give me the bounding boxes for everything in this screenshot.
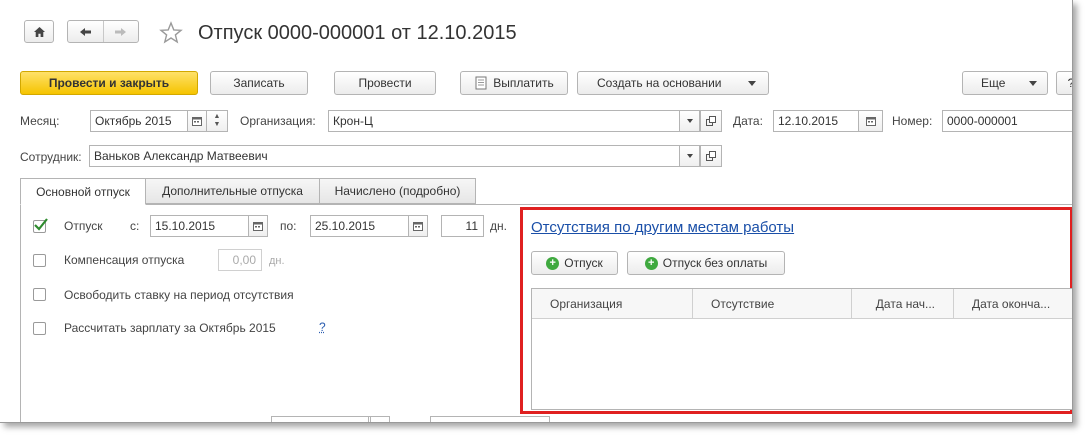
organization-label: Организация: — [240, 114, 316, 128]
column-header-organization[interactable]: Организация — [532, 289, 693, 319]
chevron-down-icon — [1029, 81, 1037, 86]
date-calendar-button[interactable] — [858, 110, 883, 132]
plus-icon: + — [644, 256, 658, 270]
pay-button-label: Выплатить — [493, 76, 554, 90]
checkmark-icon — [34, 218, 48, 231]
employee-open-button[interactable] — [700, 145, 722, 167]
days-unit-label: дн. — [490, 219, 507, 233]
absences-table[interactable]: Организация Отсутствие Дата нач... Дата … — [531, 288, 1072, 410]
tab-accrued-detailed[interactable]: Начислено (подробно) — [319, 178, 476, 204]
post-button[interactable]: Провести — [334, 71, 436, 95]
column-header-absence[interactable]: Отсутствие — [693, 289, 852, 319]
free-rate-label: Освободить ставку на период отсутствия — [64, 288, 294, 302]
compensation-unit-label: дн. — [269, 255, 285, 267]
page-title: Отпуск 0000-000001 от 12.10.2015 — [198, 22, 517, 44]
add-vacation-label: Отпуск — [564, 256, 603, 270]
home-button[interactable] — [24, 20, 54, 43]
star-icon — [159, 21, 183, 44]
bottom-button-partial[interactable] — [368, 416, 390, 422]
vacation-from-field[interactable]: 15.10.2015 — [150, 215, 249, 237]
bottom-field-partial[interactable] — [271, 416, 371, 422]
chevron-down-icon — [748, 81, 756, 86]
employee-label: Сотрудник: — [20, 150, 82, 164]
month-spinner[interactable]: ▲ ▼ — [206, 110, 228, 132]
add-vacation-button[interactable]: + Отпуск — [531, 251, 618, 275]
calendar-button[interactable] — [187, 110, 207, 132]
back-button[interactable] — [68, 21, 104, 42]
to-calendar-button[interactable] — [408, 215, 428, 237]
plus-icon: + — [546, 256, 560, 270]
create-based-on-button[interactable]: Создать на основании — [577, 71, 769, 95]
number-field[interactable]: 0000-000001 — [942, 110, 1072, 132]
calc-salary-label: Рассчитать зарплату за Октябрь 2015 — [64, 321, 276, 335]
free-rate-checkbox[interactable] — [33, 288, 46, 301]
date-field[interactable]: 12.10.2015 — [773, 110, 859, 132]
pay-button[interactable]: Выплатить — [460, 71, 568, 95]
vacation-checkbox[interactable] — [33, 218, 48, 233]
organization-dropdown-button[interactable] — [679, 110, 700, 132]
column-header-end-date[interactable]: Дата оконча... — [954, 289, 1072, 319]
from-calendar-button[interactable] — [248, 215, 268, 237]
vacation-to-field[interactable]: 25.10.2015 — [310, 215, 409, 237]
tab-main-vacation[interactable]: Основной отпуск — [20, 178, 146, 205]
date-label: Дата: — [733, 114, 763, 128]
employee-field[interactable]: Ваньков Александр Матвеевич — [89, 145, 680, 167]
add-unpaid-vacation-button[interactable]: + Отпуск без оплаты — [627, 251, 785, 275]
calendar-icon — [413, 222, 423, 231]
favorite-star[interactable] — [159, 21, 183, 45]
vacation-days-field[interactable]: 11 — [441, 215, 484, 237]
calendar-icon — [253, 222, 263, 231]
organization-open-button[interactable] — [700, 110, 722, 132]
tab-panel-left-border — [20, 204, 21, 422]
create-based-on-label: Создать на основании — [597, 76, 722, 90]
month-field[interactable]: Октябрь 2015 — [90, 110, 188, 132]
open-link-icon — [706, 151, 716, 161]
help-button[interactable]: ? — [1056, 71, 1072, 95]
bottom-field-partial-2[interactable] — [430, 416, 550, 422]
open-link-icon — [706, 116, 716, 126]
column-header-start-date[interactable]: Дата нач... — [852, 289, 954, 319]
more-button-label: Еще — [981, 76, 1006, 90]
absences-title-link[interactable]: Отсутствия по другим местам работы — [531, 219, 794, 236]
chevron-down-icon — [686, 154, 693, 158]
calc-salary-help-link[interactable]: ? — [319, 320, 326, 334]
tab-panel-border — [20, 204, 1072, 205]
spinner-down-icon: ▼ — [213, 121, 221, 128]
arrow-right-icon — [115, 27, 127, 36]
more-button[interactable]: Еще — [962, 71, 1048, 95]
to-label: по: — [280, 219, 297, 233]
document-window: Отпуск 0000-000001 от 12.10.2015 Провест… — [0, 0, 1073, 423]
nav-group — [67, 20, 139, 43]
tab-additional-vacations[interactable]: Дополнительные отпуска — [145, 178, 320, 204]
number-label: Номер: — [892, 114, 933, 128]
chevron-down-icon — [686, 119, 693, 123]
arrow-left-icon — [79, 27, 91, 36]
calendar-icon — [192, 117, 202, 126]
forward-button[interactable] — [104, 21, 139, 42]
add-unpaid-label: Отпуск без оплаты — [662, 256, 768, 270]
compensation-checkbox[interactable] — [33, 254, 46, 267]
from-label: с: — [130, 219, 140, 233]
save-button[interactable]: Записать — [210, 71, 308, 95]
home-icon — [33, 26, 45, 37]
document-icon — [475, 76, 487, 90]
post-and-close-button[interactable]: Провести и закрыть — [20, 71, 198, 95]
calc-salary-checkbox[interactable] — [33, 322, 46, 335]
employee-dropdown-button[interactable] — [679, 145, 700, 167]
calendar-icon — [865, 117, 876, 126]
vacation-label: Отпуск — [64, 219, 103, 233]
compensation-days-field[interactable]: 0,00 — [218, 249, 262, 271]
month-label: Месяц: — [20, 114, 60, 128]
organization-field[interactable]: Крон-Ц — [328, 110, 680, 132]
compensation-label: Компенсация отпуска — [64, 253, 185, 267]
spinner-up-icon: ▲ — [213, 113, 221, 120]
